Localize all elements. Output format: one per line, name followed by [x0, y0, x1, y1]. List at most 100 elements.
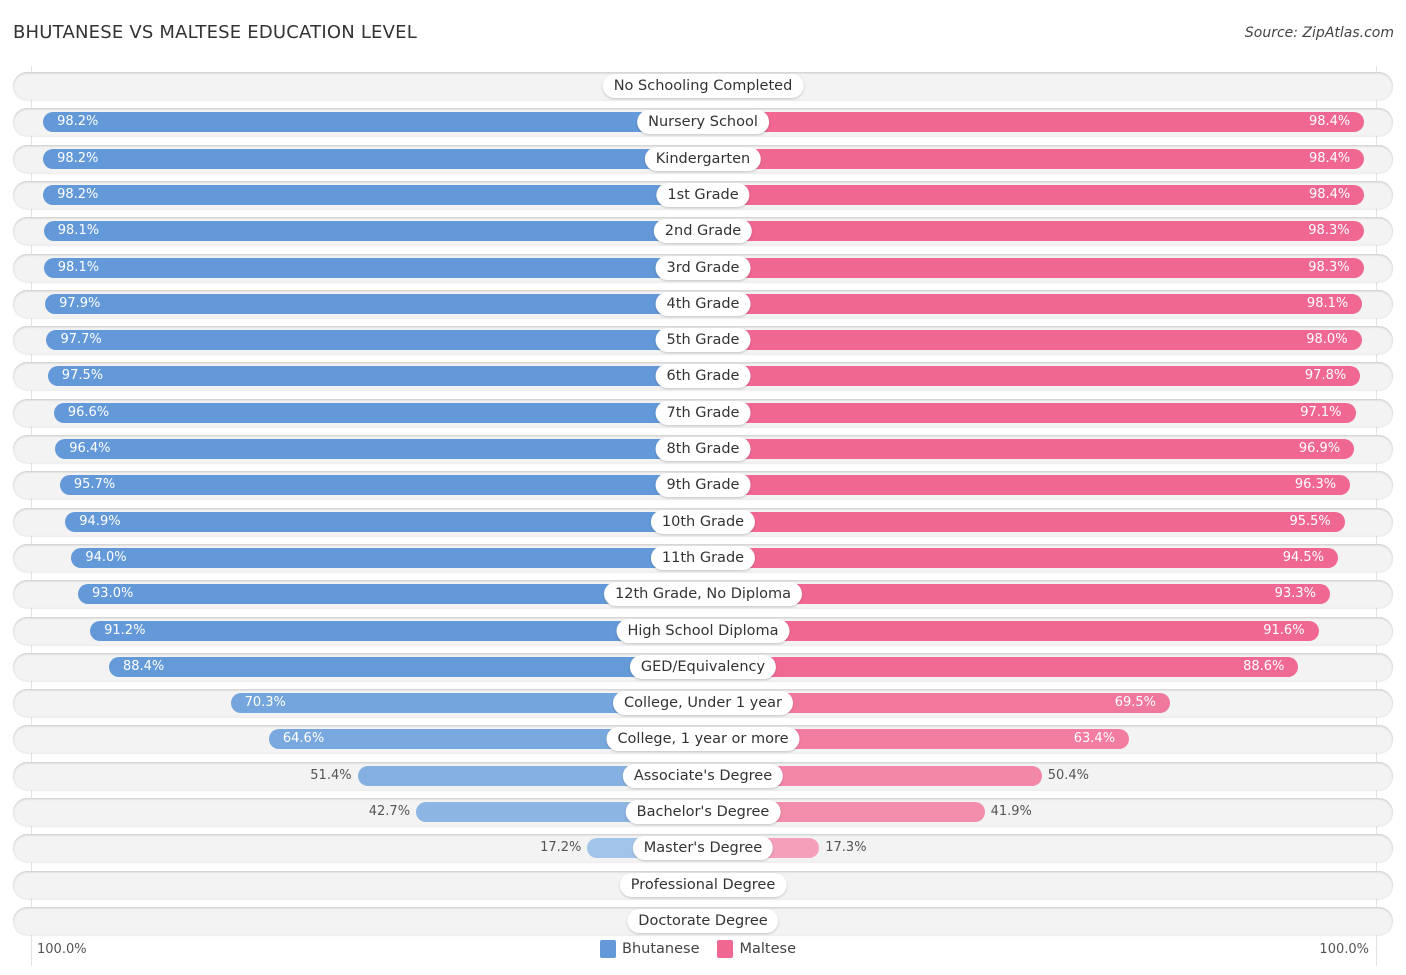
value-label-maltese: 95.5% — [1289, 513, 1331, 529]
value-label-maltese: 41.9% — [990, 804, 1032, 819]
bar-bhutanese[interactable] — [43, 221, 703, 242]
value-label-bhutanese: 91.2% — [104, 622, 146, 638]
value-label-bhutanese: 98.2% — [57, 186, 99, 202]
value-label-bhutanese: 97.7% — [60, 332, 102, 348]
category-label: 8th Grade — [655, 437, 751, 461]
value-label-maltese: 50.4% — [1047, 767, 1089, 783]
bar-bhutanese[interactable] — [65, 511, 703, 532]
bar-maltese[interactable] — [703, 366, 1361, 387]
category-label: 9th Grade — [655, 473, 751, 498]
category-label: Nursery School — [637, 110, 769, 135]
category-label: High School Diploma — [616, 618, 790, 643]
bar-maltese[interactable] — [703, 656, 1299, 677]
value-label-maltese: 98.1% — [1306, 295, 1349, 311]
bar-maltese[interactable] — [703, 511, 1345, 532]
legend-item-maltese[interactable]: Maltese — [717, 940, 796, 958]
legend-label-bhutanese: Bhutanese — [622, 941, 700, 957]
bar-maltese[interactable] — [703, 148, 1365, 169]
bar-maltese[interactable] — [703, 439, 1355, 459]
legend-swatch-bhutanese — [600, 940, 616, 958]
bar-maltese[interactable] — [703, 257, 1364, 278]
bar-maltese[interactable] — [703, 184, 1365, 205]
value-label-bhutanese: 96.6% — [67, 404, 110, 420]
value-label-maltese: 88.6% — [1243, 658, 1285, 674]
value-label-maltese: 97.8% — [1304, 368, 1347, 384]
category-label: GED/Equivalency — [629, 654, 777, 679]
value-label-bhutanese: 94.0% — [85, 549, 127, 565]
bar-bhutanese[interactable] — [45, 293, 703, 314]
category-label: 4th Grade — [655, 291, 751, 316]
value-label-maltese: 98.4% — [1308, 186, 1351, 202]
category-label: Kindergarten — [644, 146, 762, 171]
bar-maltese[interactable] — [703, 620, 1319, 641]
bar-bhutanese[interactable] — [46, 330, 703, 351]
left-axis-label: 100.0% — [37, 942, 87, 957]
category-label: 10th Grade — [650, 509, 756, 534]
category-label: Master's Degree — [632, 836, 774, 861]
value-label-bhutanese: 70.3% — [244, 695, 286, 711]
value-label-bhutanese: 98.1% — [57, 259, 100, 275]
value-label-maltese: 17.3% — [825, 840, 867, 856]
value-label-maltese: 63.4% — [1073, 731, 1116, 747]
value-label-maltese: 93.3% — [1274, 586, 1316, 602]
category-label: Bachelor's Degree — [625, 800, 781, 824]
category-label: College, 1 year or more — [606, 727, 800, 752]
bar-bhutanese[interactable] — [47, 366, 703, 387]
bar-maltese[interactable] — [703, 221, 1364, 242]
value-label-bhutanese: 98.2% — [57, 114, 99, 130]
bar-bhutanese[interactable] — [55, 439, 703, 459]
value-label-maltese: 98.4% — [1308, 114, 1351, 130]
legend-label-maltese: Maltese — [739, 941, 796, 957]
value-label-maltese: 69.5% — [1114, 695, 1157, 711]
bar-bhutanese[interactable] — [71, 547, 703, 568]
right-axis-label: 100.0% — [1319, 942, 1369, 957]
category-label: Professional Degree — [619, 872, 787, 897]
value-label-bhutanese: 64.6% — [282, 731, 325, 747]
category-label: No Schooling Completed — [602, 74, 804, 98]
chart-area: 1.8%1.6%No Schooling Completed98.2%98.4%… — [0, 0, 1406, 975]
value-label-maltese: 94.5% — [1282, 549, 1325, 565]
value-label-maltese: 96.3% — [1294, 477, 1337, 493]
bar-bhutanese[interactable] — [53, 402, 703, 423]
legend-item-bhutanese[interactable]: Bhutanese — [600, 940, 699, 958]
bar-bhutanese[interactable] — [90, 620, 703, 641]
bar-bhutanese[interactable] — [43, 112, 703, 133]
value-label-maltese: 98.3% — [1308, 259, 1350, 275]
value-label-bhutanese: 88.4% — [122, 658, 165, 674]
bar-maltese[interactable] — [703, 547, 1339, 568]
bar-bhutanese[interactable] — [108, 656, 703, 677]
category-label: 6th Grade — [655, 364, 751, 389]
value-label-maltese: 97.1% — [1300, 404, 1342, 420]
legend-swatch-maltese — [717, 940, 734, 958]
bar-bhutanese[interactable] — [59, 475, 703, 496]
bar-bhutanese[interactable] — [43, 184, 703, 205]
value-label-maltese: 98.0% — [1306, 332, 1348, 348]
bar-maltese[interactable] — [703, 475, 1351, 496]
value-label-bhutanese: 93.0% — [92, 586, 134, 602]
bar-maltese[interactable] — [703, 293, 1363, 314]
value-label-maltese: 91.6% — [1263, 622, 1305, 638]
category-label: 1st Grade — [656, 182, 750, 207]
category-label: Associate's Degree — [622, 763, 784, 788]
value-label-maltese: 98.4% — [1308, 150, 1351, 166]
value-label-bhutanese: 95.7% — [73, 477, 116, 493]
category-label: 11th Grade — [650, 545, 756, 570]
category-label: 12th Grade, No Diploma — [604, 582, 802, 607]
bar-bhutanese[interactable] — [43, 148, 703, 169]
category-label: Doctorate Degree — [627, 908, 779, 933]
value-label-bhutanese: 98.2% — [57, 150, 99, 166]
value-label-bhutanese: 94.9% — [79, 513, 121, 529]
bar-maltese[interactable] — [703, 402, 1356, 423]
value-label-bhutanese: 96.4% — [69, 441, 111, 456]
value-label-bhutanese: 97.5% — [61, 368, 104, 384]
bar-maltese[interactable] — [703, 112, 1365, 133]
value-label-bhutanese: 97.9% — [59, 295, 101, 311]
category-label: 2nd Grade — [653, 219, 753, 244]
category-label: 7th Grade — [655, 400, 751, 425]
value-label-bhutanese: 17.2% — [540, 840, 582, 856]
bar-bhutanese[interactable] — [43, 257, 703, 278]
value-label-bhutanese: 42.7% — [368, 804, 411, 819]
category-label: College, Under 1 year — [613, 691, 793, 716]
bar-maltese[interactable] — [703, 330, 1362, 351]
value-label-bhutanese: 98.1% — [57, 223, 100, 239]
